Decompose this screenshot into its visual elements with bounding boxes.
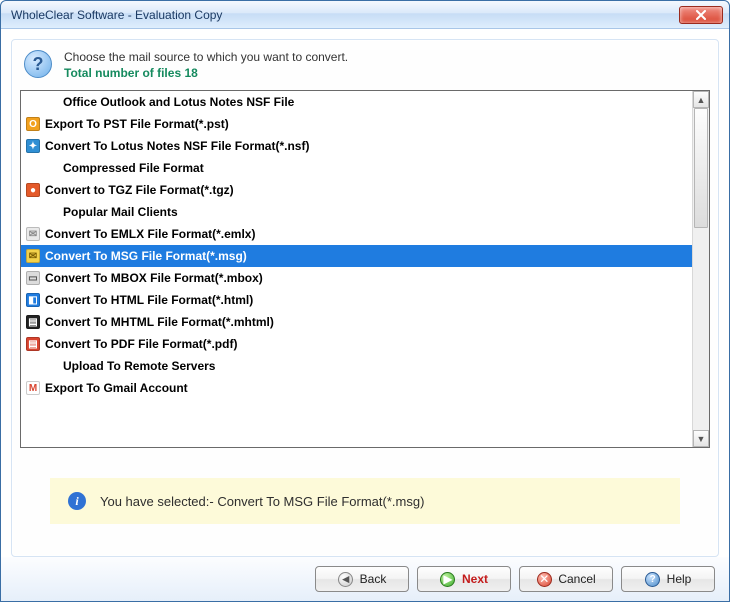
next-icon: ▶ xyxy=(440,571,456,587)
list-item-label: Upload To Remote Servers xyxy=(45,359,215,373)
list-heading: Upload To Remote Servers xyxy=(21,355,692,377)
client-area: ? Choose the mail source to which you wa… xyxy=(1,29,729,601)
back-button[interactable]: ◄ Back xyxy=(315,566,409,592)
close-icon xyxy=(696,10,706,20)
blank-icon xyxy=(25,160,41,176)
list-item-label: Export To PST File Format(*.pst) xyxy=(45,117,229,131)
info-icon: i xyxy=(68,492,86,510)
list-heading: Popular Mail Clients xyxy=(21,201,692,223)
list-item-label: Export To Gmail Account xyxy=(45,381,188,395)
list-item[interactable]: ▤ Convert To PDF File Format(*.pdf) xyxy=(21,333,692,355)
list-item-label: Convert To Lotus Notes NSF File Format(*… xyxy=(45,139,309,153)
window-title: WholeClear Software - Evaluation Copy xyxy=(11,8,679,22)
footer-bar: ◄ Back ▶ Next ✕ Cancel ? Help xyxy=(1,557,729,601)
list-item[interactable]: ▤ Convert To MHTML File Format(*.mhtml) xyxy=(21,311,692,333)
mhtml-icon: ▤ xyxy=(25,314,41,330)
scroll-down-button[interactable]: ▼ xyxy=(693,430,709,447)
cancel-button[interactable]: ✕ Cancel xyxy=(519,566,613,592)
list-item-label: Popular Mail Clients xyxy=(45,205,178,219)
list-item-label: Convert To MHTML File Format(*.mhtml) xyxy=(45,315,274,329)
scrollbar[interactable]: ▲ ▼ xyxy=(692,91,709,447)
titlebar: WholeClear Software - Evaluation Copy xyxy=(1,1,729,29)
list-item[interactable]: ✉ Convert To MSG File Format(*.msg) xyxy=(21,245,692,267)
cancel-icon: ✕ xyxy=(536,571,552,587)
list-item[interactable]: M Export To Gmail Account xyxy=(21,377,692,399)
instruction-line1: Choose the mail source to which you want… xyxy=(64,50,348,64)
list-item-label: Compressed File Format xyxy=(45,161,204,175)
list-item-label: Office Outlook and Lotus Notes NSF File xyxy=(45,95,294,109)
nsf-icon: ✦ xyxy=(25,138,41,154)
next-button[interactable]: ▶ Next xyxy=(417,566,511,592)
help-button[interactable]: ? Help xyxy=(621,566,715,592)
tgz-icon: ● xyxy=(25,182,41,198)
mbox-icon: ▭ xyxy=(25,270,41,286)
instruction-text: Choose the mail source to which you want… xyxy=(64,50,348,80)
blank-icon xyxy=(25,94,41,110)
list-body: Office Outlook and Lotus Notes NSF File O… xyxy=(21,91,692,447)
scroll-up-button[interactable]: ▲ xyxy=(693,91,709,108)
list-item-label: Convert To PDF File Format(*.pdf) xyxy=(45,337,237,351)
list-item-label: Convert To HTML File Format(*.html) xyxy=(45,293,253,307)
list-item[interactable]: ✉ Convert To EMLX File Format(*.emlx) xyxy=(21,223,692,245)
msg-icon: ✉ xyxy=(25,248,41,264)
list-item-label: Convert To MSG File Format(*.msg) xyxy=(45,249,247,263)
back-icon: ◄ xyxy=(338,571,354,587)
main-panel: ? Choose the mail source to which you wa… xyxy=(11,39,719,557)
list-item[interactable]: ✦ Convert To Lotus Notes NSF File Format(… xyxy=(21,135,692,157)
list-item[interactable]: O Export To PST File Format(*.pst) xyxy=(21,113,692,135)
help-icon: ? xyxy=(645,571,661,587)
close-button[interactable] xyxy=(679,6,723,24)
selection-info: i You have selected:- Convert To MSG Fil… xyxy=(50,478,680,524)
gmail-icon: M xyxy=(25,380,41,396)
emlx-icon: ✉ xyxy=(25,226,41,242)
file-count-label: Total number of files 18 xyxy=(64,66,348,80)
list-item-label: Convert to TGZ File Format(*.tgz) xyxy=(45,183,234,197)
pst-icon: O xyxy=(25,116,41,132)
list-item[interactable]: ● Convert to TGZ File Format(*.tgz) xyxy=(21,179,692,201)
instruction-header: ? Choose the mail source to which you wa… xyxy=(20,48,710,90)
scroll-track[interactable] xyxy=(693,108,709,430)
back-label: Back xyxy=(360,572,387,586)
list-item[interactable]: ▭ Convert To MBOX File Format(*.mbox) xyxy=(21,267,692,289)
question-icon: ? xyxy=(24,50,52,78)
app-window: WholeClear Software - Evaluation Copy ? … xyxy=(0,0,730,602)
list-item[interactable]: ◧ Convert To HTML File Format(*.html) xyxy=(21,289,692,311)
html-icon: ◧ xyxy=(25,292,41,308)
help-label: Help xyxy=(667,572,692,586)
list-heading: Compressed File Format xyxy=(21,157,692,179)
list-heading: Office Outlook and Lotus Notes NSF File xyxy=(21,91,692,113)
pdf-icon: ▤ xyxy=(25,336,41,352)
selection-info-text: You have selected:- Convert To MSG File … xyxy=(100,494,424,509)
blank-icon xyxy=(25,204,41,220)
blank-icon xyxy=(25,358,41,374)
list-item-label: Convert To EMLX File Format(*.emlx) xyxy=(45,227,255,241)
scroll-thumb[interactable] xyxy=(694,108,708,228)
cancel-label: Cancel xyxy=(558,572,595,586)
next-label: Next xyxy=(462,572,488,586)
list-item-label: Convert To MBOX File Format(*.mbox) xyxy=(45,271,263,285)
format-listbox[interactable]: Office Outlook and Lotus Notes NSF File O… xyxy=(20,90,710,448)
